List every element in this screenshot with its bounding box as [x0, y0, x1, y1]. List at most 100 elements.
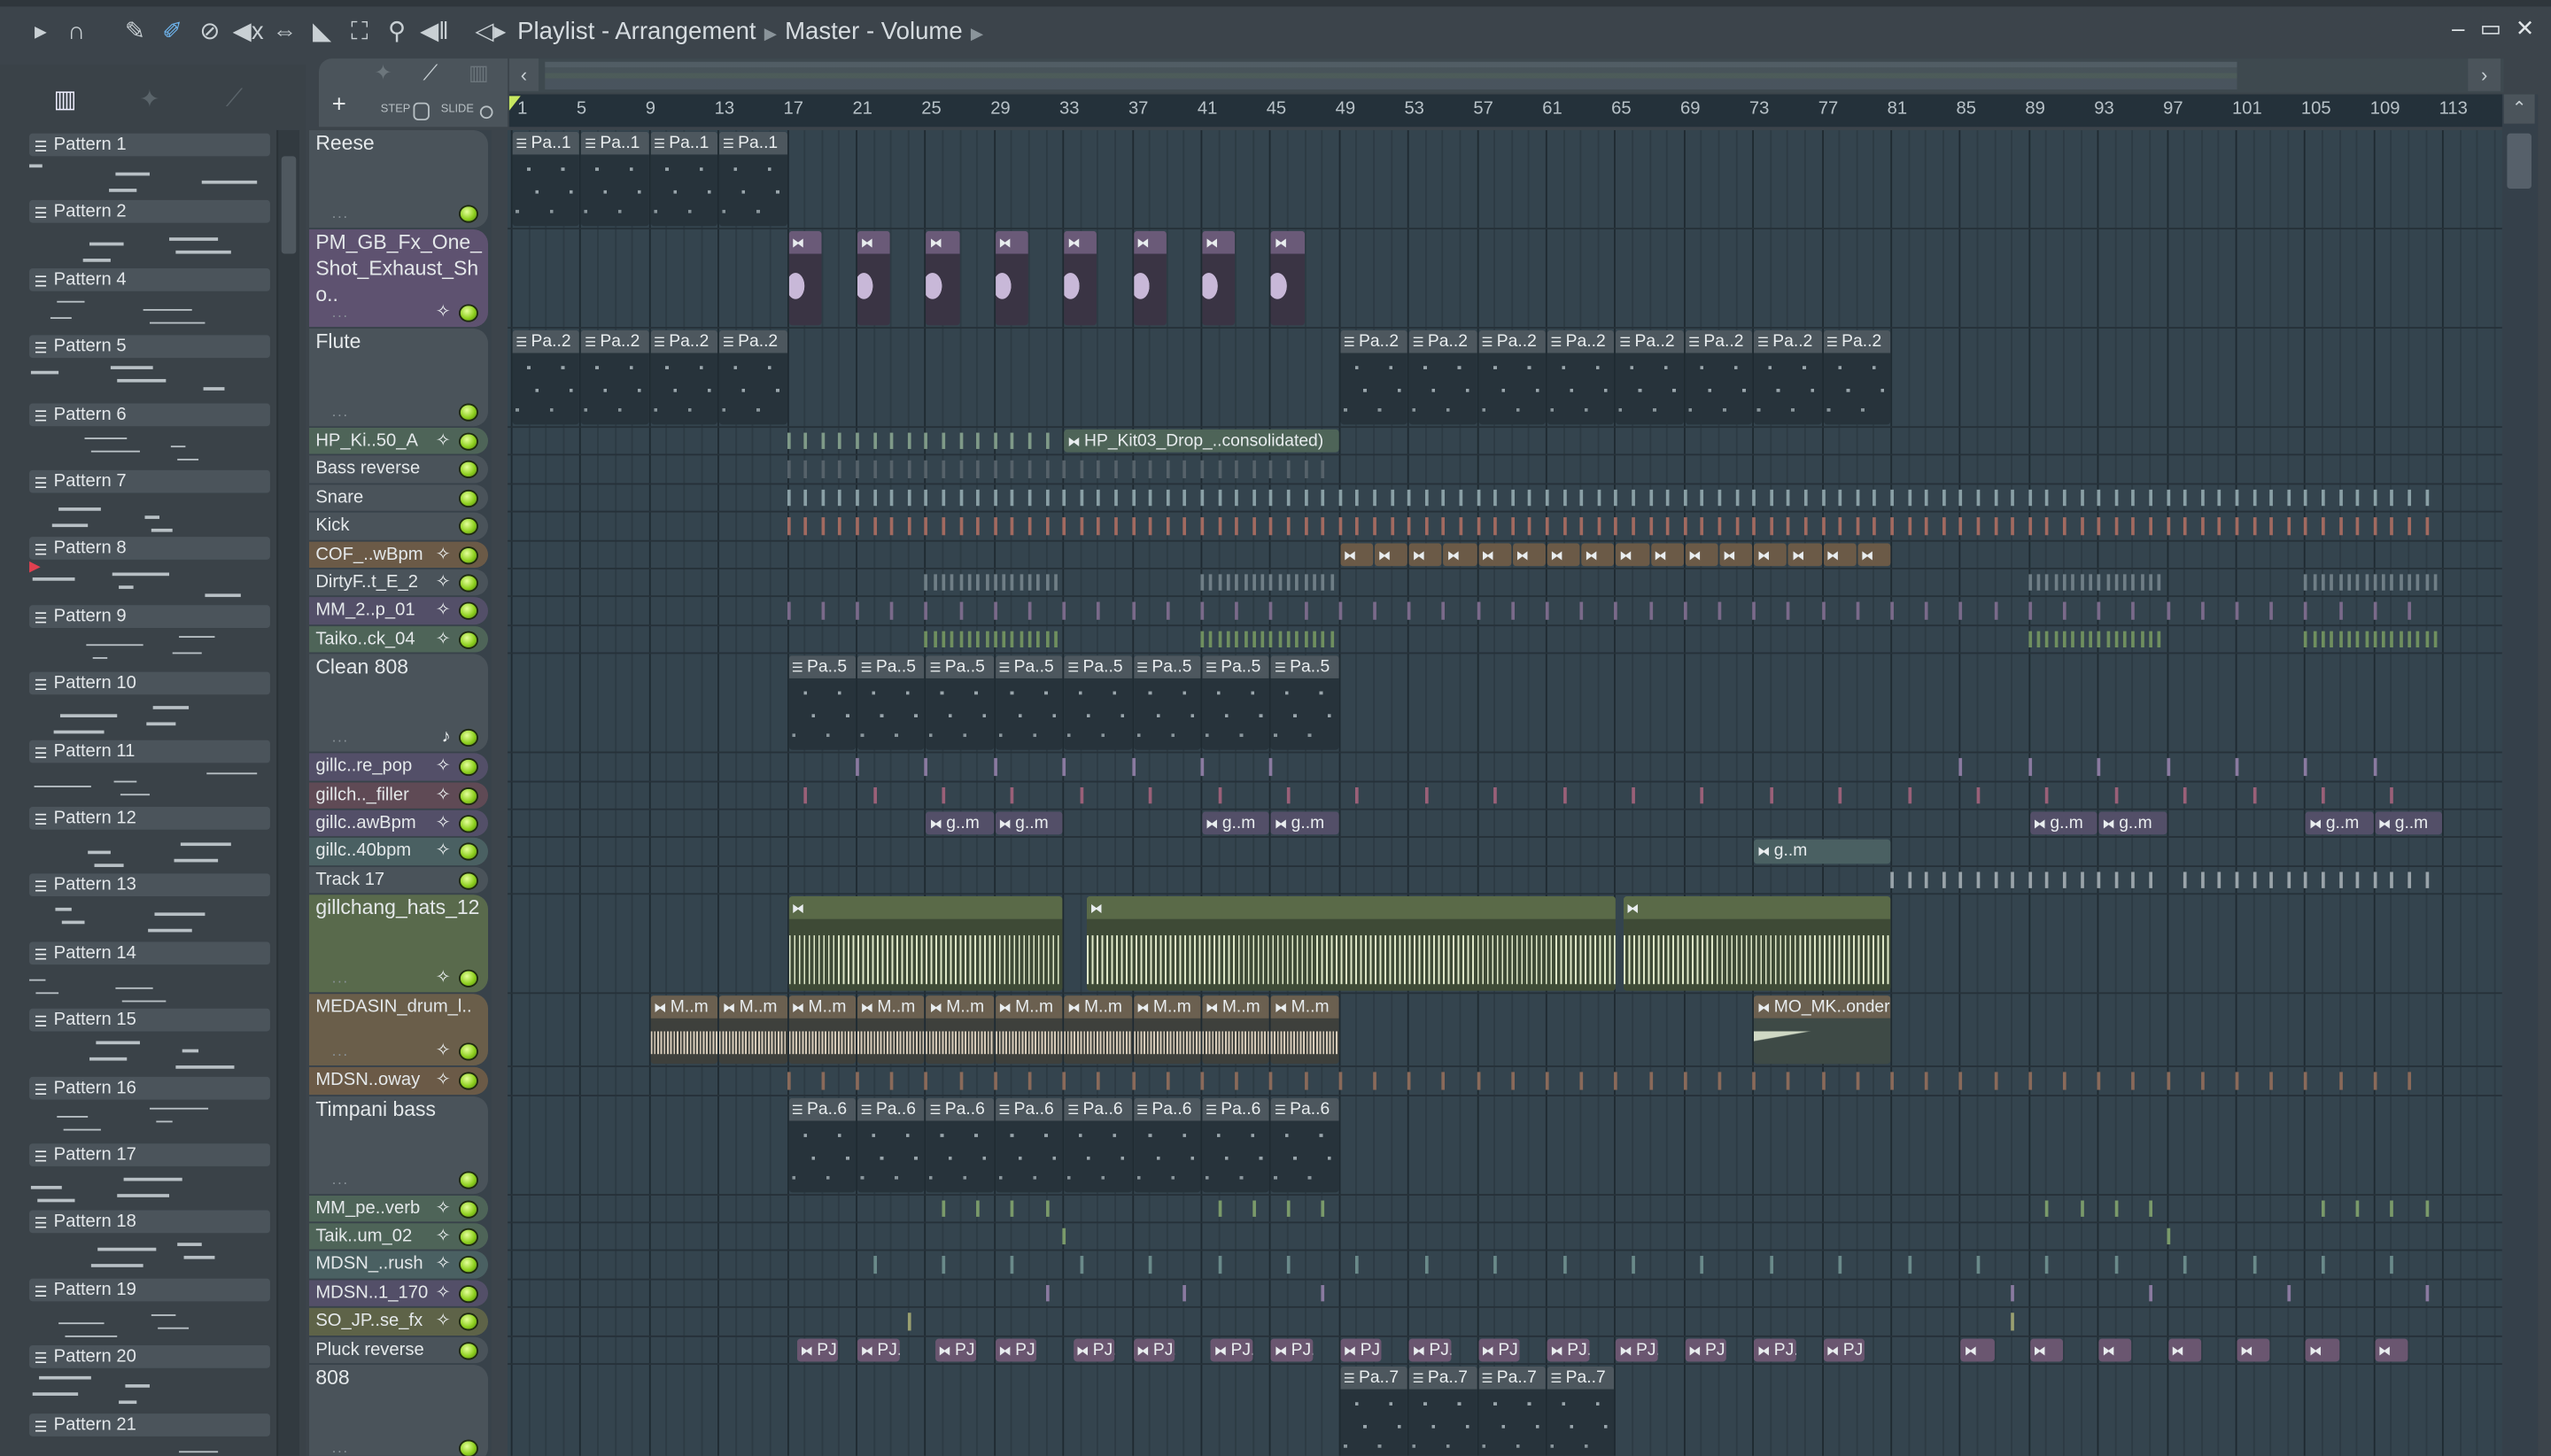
track-header[interactable]: 808...	[308, 1365, 489, 1456]
clip-hit[interactable]	[1244, 574, 1247, 592]
track-lane[interactable]	[508, 1280, 2502, 1309]
clip-hit[interactable]	[1062, 489, 1066, 507]
track-header[interactable]: MEDASIN_drum_l..... ✧	[308, 994, 489, 1066]
clip-hit[interactable]	[2045, 786, 2050, 804]
audio-clip[interactable]: ⧓	[1202, 230, 1236, 326]
clip-hit[interactable]	[1752, 602, 1756, 620]
clip-hit[interactable]	[838, 461, 842, 478]
audio-clip[interactable]: ⧓ PJ..)	[1073, 1337, 1115, 1362]
clip-hit[interactable]	[2424, 631, 2429, 648]
paint-brush-icon[interactable]: ✐	[158, 16, 187, 49]
clip-hit[interactable]	[2373, 517, 2377, 535]
track-lane[interactable]: ⧓ M..m ⧓ M..m ⧓ M..m ⧓ M..m ⧓ M..m ⧓ M..m ⧓ M.…	[508, 995, 2502, 1068]
pattern-clip[interactable]: ☰ Pa..6	[1064, 1097, 1132, 1192]
clip-hit[interactable]	[1011, 489, 1015, 507]
clip-hit[interactable]	[1020, 574, 1023, 592]
pattern-clip[interactable]: ☰ Pa..7	[1340, 1366, 1408, 1456]
clip-hit[interactable]	[787, 461, 790, 478]
clip-hit[interactable]	[1235, 574, 1239, 592]
clip-hit[interactable]	[1510, 1072, 1515, 1089]
track-mute-led[interactable]	[458, 1284, 478, 1303]
audio-clip[interactable]: ⧓ M..m	[1133, 995, 1201, 1065]
clip-hit[interactable]	[924, 432, 928, 450]
maximize-button[interactable]: ▭	[2477, 15, 2506, 43]
track-mute-led[interactable]	[458, 758, 478, 777]
audio-clip-icon[interactable]: ✦	[374, 60, 392, 86]
clip-hit[interactable]	[1097, 1072, 1101, 1089]
clip-hit[interactable]	[2313, 574, 2316, 592]
clip-hit[interactable]	[2304, 517, 2308, 535]
clip-hit[interactable]	[1217, 517, 1221, 535]
track-lane[interactable]: ☰ Pa..7 ☰ Pa..7 ☰ Pa..7 ☰ Pa..7	[508, 1365, 2502, 1456]
clip-hit[interactable]	[1545, 489, 1549, 507]
clip-hit[interactable]	[803, 432, 808, 450]
pattern-clip[interactable]: ☰ Pa..2	[581, 329, 649, 425]
clip-hit[interactable]	[787, 432, 790, 450]
audio-clip[interactable]: ⧓ g..m	[2098, 811, 2167, 835]
clip-hit[interactable]	[1304, 1072, 1307, 1089]
clip-hit[interactable]	[1062, 1228, 1066, 1245]
clip-hit[interactable]	[2269, 602, 2274, 620]
track-header[interactable]: Snare	[308, 484, 489, 512]
pattern-clip[interactable]: ☰ Pa..7	[1408, 1366, 1477, 1456]
scroll-thumb[interactable]	[281, 156, 297, 254]
clip-hit[interactable]	[2382, 574, 2385, 592]
clip-hit[interactable]	[2200, 1072, 2205, 1089]
slide-toggle[interactable]	[479, 105, 493, 120]
clip-hit[interactable]	[993, 1072, 997, 1089]
clip-hit[interactable]	[1166, 602, 1170, 620]
audio-clip[interactable]: ⧓ PJ..)	[1408, 1337, 1451, 1362]
clip-hit[interactable]	[1286, 1256, 1291, 1274]
clip-hit[interactable]	[1355, 1256, 1360, 1274]
clip-hit[interactable]	[2200, 602, 2205, 620]
track-header[interactable]: Kick	[308, 512, 489, 540]
audio-clip[interactable]: ⧓ PJ..)	[995, 1337, 1037, 1362]
clip-hit[interactable]	[1269, 602, 1274, 620]
clip-hit[interactable]	[2424, 574, 2429, 592]
clip-hit[interactable]	[1856, 602, 1860, 620]
clip-hit[interactable]	[2028, 871, 2032, 889]
clip-hit[interactable]	[2252, 489, 2256, 507]
clip-hit[interactable]	[856, 432, 859, 450]
clip-hit[interactable]	[1477, 489, 1480, 507]
clip-hit[interactable]	[1856, 1072, 1860, 1089]
clip-hit[interactable]	[1321, 489, 1325, 507]
pattern-clip[interactable]: ☰ Pa..2	[650, 329, 718, 425]
breadcrumb-playlist[interactable]: Playlist - Arrangement	[517, 18, 756, 45]
track-header[interactable]: Track 17	[308, 866, 489, 894]
pattern-clip[interactable]: ☰ Pa..5	[1064, 655, 1132, 751]
clip-hit[interactable]	[1269, 574, 1274, 592]
clip-hit[interactable]	[1321, 631, 1325, 648]
clip-hit[interactable]	[2399, 631, 2403, 648]
clip-hit[interactable]	[1838, 489, 1842, 507]
clip-hit[interactable]	[2071, 631, 2075, 648]
clip-hit[interactable]	[2287, 517, 2291, 535]
clip-hit[interactable]	[2114, 517, 2119, 535]
clip-hit[interactable]	[2149, 1284, 2152, 1302]
clip-hit[interactable]	[1131, 517, 1136, 535]
clip-hit[interactable]	[1269, 758, 1274, 776]
clip-hit[interactable]	[1701, 489, 1704, 507]
track-header[interactable]: DirtyF..t_E_2 ✧	[308, 569, 489, 596]
clip-hit[interactable]	[787, 489, 790, 507]
clip-hit[interactable]	[1027, 602, 1032, 620]
audio-clip[interactable]: ⧓	[1623, 896, 1891, 991]
clip-hit[interactable]	[1295, 631, 1299, 648]
clip-hit[interactable]	[1442, 1072, 1446, 1089]
clip-hit[interactable]	[803, 489, 808, 507]
clip-hit[interactable]	[2158, 631, 2161, 648]
track-header[interactable]: COF_..wBpm ✧	[308, 540, 489, 568]
clip-hit[interactable]	[1390, 517, 1394, 535]
clip-hit[interactable]	[1286, 574, 1291, 592]
clip-hit[interactable]	[1045, 574, 1049, 592]
clip-hit[interactable]	[1890, 489, 1894, 507]
audio-clip[interactable]: ⧓ M..m	[1064, 995, 1132, 1065]
clip-hit[interactable]	[1493, 786, 1498, 804]
clip-hit[interactable]	[2097, 517, 2101, 535]
clip-hit[interactable]	[1330, 631, 1334, 648]
audio-clip[interactable]: ⧓ PJ..)	[934, 1337, 977, 1362]
clip-hit[interactable]	[2433, 574, 2438, 592]
track-mute-led[interactable]	[458, 1439, 478, 1456]
clip-hit[interactable]	[1976, 1256, 1981, 1274]
clip-hit[interactable]	[1890, 1072, 1894, 1089]
